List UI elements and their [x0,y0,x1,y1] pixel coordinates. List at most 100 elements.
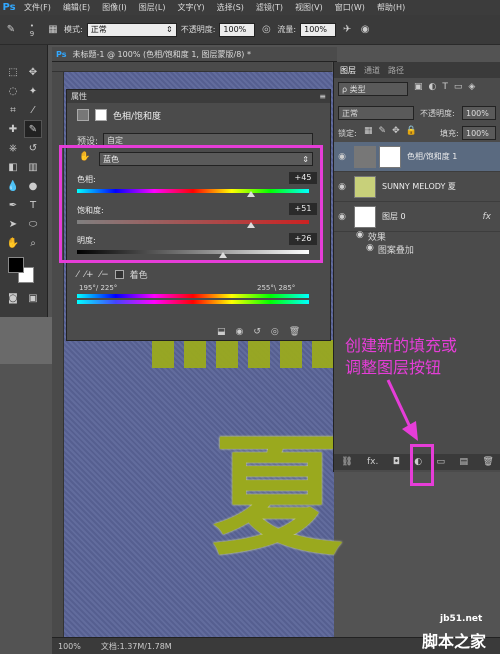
eye-icon[interactable]: ◉ [334,182,350,192]
new-layer-icon[interactable]: ▤ [459,457,468,467]
eyedropper-minus-icon[interactable]: ⁄− [100,270,109,280]
layer-row-text[interactable]: ◉ SUNNY MELODY 夏 [334,172,500,202]
brush-preset-picker[interactable]: • 9 [22,22,42,38]
range-left-label: 195°/ 225° [79,284,118,292]
shape-tool-icon[interactable]: ⬭ [24,215,42,233]
add-mask-icon[interactable]: ◘ [393,457,400,467]
flow-input[interactable]: 100% [300,22,337,37]
lasso-tool-icon[interactable]: ◌ [4,82,22,100]
menu-layer[interactable]: 图层(L) [133,2,172,13]
healing-brush-tool-icon[interactable]: ✚ [4,120,22,138]
colorize-label: 着色 [129,271,148,281]
eye-icon[interactable]: ◉ [334,212,350,222]
clip-to-layer-icon[interactable]: ⬓ [217,327,226,337]
zoom-tool-icon[interactable]: ⌕ [24,234,42,252]
lock-all-icon[interactable]: 🔒 [406,126,417,136]
pixel-filter-icon[interactable]: ▣ [414,82,423,92]
type-filter-icon[interactable]: T [442,82,448,92]
menu-edit[interactable]: 编辑(E) [57,2,96,13]
horizontal-ruler [52,62,332,72]
layer-row-layer0[interactable]: ◉ 图层 0 fx [334,202,500,232]
mask-icon[interactable] [95,109,107,121]
photoshop-logo: Ps [2,2,16,13]
eyedropper-tool-icon[interactable]: ⁄ [24,101,42,119]
eye-icon[interactable]: ◉ [366,243,374,256]
lock-paint-icon[interactable]: ✎ [379,126,387,136]
lock-move-icon[interactable]: ✥ [392,126,400,136]
eyedropper-plus-icon[interactable]: ⁄+ [85,270,94,280]
marquee-tool-icon[interactable]: ⬚ [4,63,22,81]
layer-opacity-input[interactable]: 100% [462,106,496,120]
pen-tool-icon[interactable]: ✒ [4,196,22,214]
pressure-opacity-icon[interactable]: ◎ [259,23,273,37]
opacity-input[interactable]: 100% [219,22,256,37]
shape-filter-icon[interactable]: ▭ [454,82,463,92]
fx-badge[interactable]: fx [483,212,492,222]
airbrush-icon[interactable]: ✈ [340,23,354,37]
colorize-checkbox[interactable] [114,270,124,279]
panel-menu-icon[interactable]: ≡ [319,92,326,101]
menu-view[interactable]: 视图(V) [289,2,329,13]
layer-opacity-value: 100% [466,108,489,118]
history-brush-tool-icon[interactable]: ↺ [24,139,42,157]
tab-paths[interactable]: 路径 [388,65,404,76]
smart-filter-icon[interactable]: ◈ [468,82,475,92]
zoom-level[interactable]: 100% [58,642,81,651]
menu-image[interactable]: 图像(I) [96,2,133,13]
quick-mask-icon[interactable]: ◙ [4,289,22,307]
visibility-icon[interactable]: ◎ [271,327,279,337]
menu-help[interactable]: 帮助(H) [371,2,411,13]
annotation-arrow-icon [386,379,418,441]
add-style-icon[interactable]: fx. [367,457,378,467]
pattern-overlay-row[interactable]: ◉ 图案叠加 [366,243,414,256]
trash-icon[interactable]: 🗑 [289,327,300,337]
eye-icon[interactable]: ◉ [356,230,364,243]
tab-channels[interactable]: 通道 [364,65,380,76]
color-bar-bottom[interactable] [77,300,309,304]
menu-type[interactable]: 文字(Y) [171,2,210,13]
document-tab[interactable]: Ps 未标题-1 @ 100% (色相/饱和度 1, 图层蒙版/8) * [52,47,337,62]
adjust-filter-icon[interactable]: ◐ [429,82,437,92]
blur-tool-icon[interactable]: 💧 [4,177,22,195]
move-tool-icon[interactable]: ✥ [24,63,42,81]
brush-tool-icon[interactable]: ✎ [4,23,18,37]
layer-thumb [354,175,376,198]
effects-row[interactable]: ◉ 效果 [356,230,386,243]
delete-layer-icon[interactable]: 🗑 [482,457,493,467]
foreground-color-swatch[interactable] [8,257,24,273]
eraser-tool-icon[interactable]: ◧ [4,158,22,176]
clone-stamp-tool-icon[interactable]: ⎈ [4,139,22,157]
eyedropper-icon[interactable]: ⁄ [77,270,79,280]
menu-filter[interactable]: 滤镜(T) [250,2,289,13]
adjustment-thumb-icon [354,145,376,168]
reset-icon[interactable]: ↺ [253,327,261,337]
brush-panel-icon[interactable]: ▦ [46,23,60,37]
eye-icon[interactable]: ◉ [334,152,350,162]
menu-file[interactable]: 文件(F) [18,2,57,13]
tab-layers[interactable]: 图层 [340,65,356,76]
hand-tool-icon[interactable]: ✋ [4,234,22,252]
pressure-size-icon[interactable]: ◉ [358,23,372,37]
crop-tool-icon[interactable]: ⌗ [4,101,22,119]
link-layers-icon[interactable]: ⛓ [341,457,352,467]
view-previous-icon[interactable]: ◉ [236,327,244,337]
type-tool-icon[interactable]: T [24,196,42,214]
effects-label: 效果 [367,233,386,243]
layer-filter-select[interactable]: ρ 类型 [338,82,408,96]
lock-transparent-icon[interactable]: ▦ [364,126,373,136]
path-selection-tool-icon[interactable]: ➤ [4,215,22,233]
screen-mode-icon[interactable]: ▣ [24,289,42,307]
new-group-icon[interactable]: ▭ [437,457,446,467]
blend-mode-select[interactable]: 正常 [338,106,414,120]
blend-mode-value: 正常 [342,108,358,118]
brush-tool-active-icon[interactable]: ✎ [24,120,42,138]
menu-select[interactable]: 选择(S) [211,2,250,13]
layer-row-hue-sat[interactable]: ◉ 色相/饱和度 1 [334,142,500,172]
fill-input[interactable]: 100% [462,126,496,140]
dodge-tool-icon[interactable]: ● [24,177,42,195]
mode-select[interactable]: 正常 ⇕ [86,22,177,37]
magic-wand-tool-icon[interactable]: ✦ [24,82,42,100]
gradient-tool-icon[interactable]: ▥ [24,158,42,176]
mask-thumb[interactable] [379,145,401,168]
menu-window[interactable]: 窗口(W) [329,2,371,13]
